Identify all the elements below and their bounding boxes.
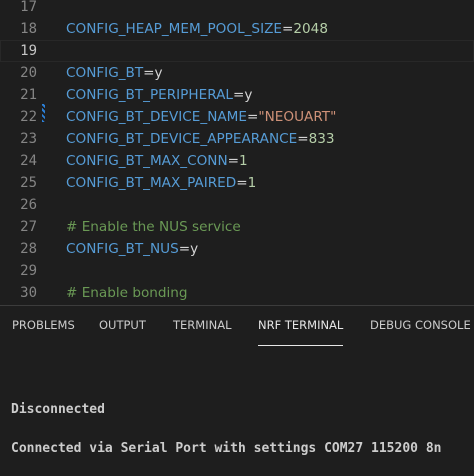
line-number: 30: [20, 285, 37, 301]
code-text: CONFIG_BT_DEVICE_APPEARANCE=833: [66, 131, 335, 147]
code-text: CONFIG_BT_PERIPHERAL=y: [66, 87, 253, 103]
code-line[interactable]: 28 CONFIG_BT_NUS=y: [0, 238, 474, 260]
code-editor[interactable]: 17 18 CONFIG_HEAP_MEM_POOL_SIZE=2048 19 20 CO…: [0, 0, 474, 305]
code-line[interactable]: 18 CONFIG_HEAP_MEM_POOL_SIZE=2048: [0, 18, 474, 40]
code-line[interactable]: 24 CONFIG_BT_MAX_CONN=1: [0, 150, 474, 172]
code-text: CONFIG_BT_NUS=y: [66, 241, 199, 257]
line-number: 28: [20, 241, 37, 257]
tab-problems[interactable]: PROBLEMS: [12, 306, 75, 344]
code-text: # Enable bonding: [66, 285, 188, 301]
line-number: 26: [20, 197, 37, 213]
code-line[interactable]: 26: [0, 194, 474, 216]
line-number: 18: [20, 21, 37, 37]
code-line[interactable]: 23 CONFIG_BT_DEVICE_APPEARANCE=833: [0, 128, 474, 150]
code-text: # Enable the NUS service: [66, 219, 241, 235]
tab-output[interactable]: OUTPUT: [99, 306, 146, 344]
line-number: 27: [20, 219, 37, 235]
code-line[interactable]: 19: [0, 40, 474, 62]
line-number: 20: [20, 65, 37, 81]
tab-debug-console[interactable]: DEBUG CONSOLE: [370, 306, 471, 344]
code-text: CONFIG_BT=y: [66, 65, 163, 81]
code-line[interactable]: 17: [0, 0, 474, 18]
code-line[interactable]: 21 CONFIG_BT_PERIPHERAL=y: [0, 84, 474, 106]
terminal-line: Disconnected: [11, 402, 105, 417]
line-number: 21: [20, 87, 37, 103]
modified-line-indicator: [42, 104, 45, 122]
panel-tabs: PROBLEMS OUTPUT TERMINAL NRF TERMINAL DE…: [0, 306, 474, 346]
line-number: 29: [20, 263, 37, 279]
line-number: 22: [20, 109, 37, 125]
code-line[interactable]: 30 # Enable bonding: [0, 282, 474, 304]
code-text: CONFIG_HEAP_MEM_POOL_SIZE=2048: [66, 21, 328, 37]
code-text: CONFIG_BT_MAX_PAIRED=1: [66, 175, 257, 191]
tab-nrf-terminal[interactable]: NRF TERMINAL: [258, 306, 344, 346]
terminal-line: Connected via Serial Port with settings …: [11, 441, 442, 456]
code-line[interactable]: 22 CONFIG_BT_DEVICE_NAME="NEOUART": [0, 106, 474, 128]
code-text: CONFIG_BT_MAX_CONN=1: [66, 153, 248, 169]
code-line[interactable]: 25 CONFIG_BT_MAX_PAIRED=1: [0, 172, 474, 194]
code-line[interactable]: 20 CONFIG_BT=y: [0, 62, 474, 84]
bottom-panel: PROBLEMS OUTPUT TERMINAL NRF TERMINAL DE…: [0, 306, 474, 476]
line-number: 25: [20, 175, 37, 191]
line-number: 23: [20, 131, 37, 147]
line-number: 19: [20, 43, 37, 59]
code-line[interactable]: 27 # Enable the NUS service: [0, 216, 474, 238]
tab-terminal[interactable]: TERMINAL: [173, 306, 231, 344]
line-number: 24: [20, 153, 37, 169]
code-line[interactable]: 29: [0, 260, 474, 282]
line-number: 17: [20, 0, 37, 15]
code-text: CONFIG_BT_DEVICE_NAME="NEOUART": [66, 109, 337, 125]
